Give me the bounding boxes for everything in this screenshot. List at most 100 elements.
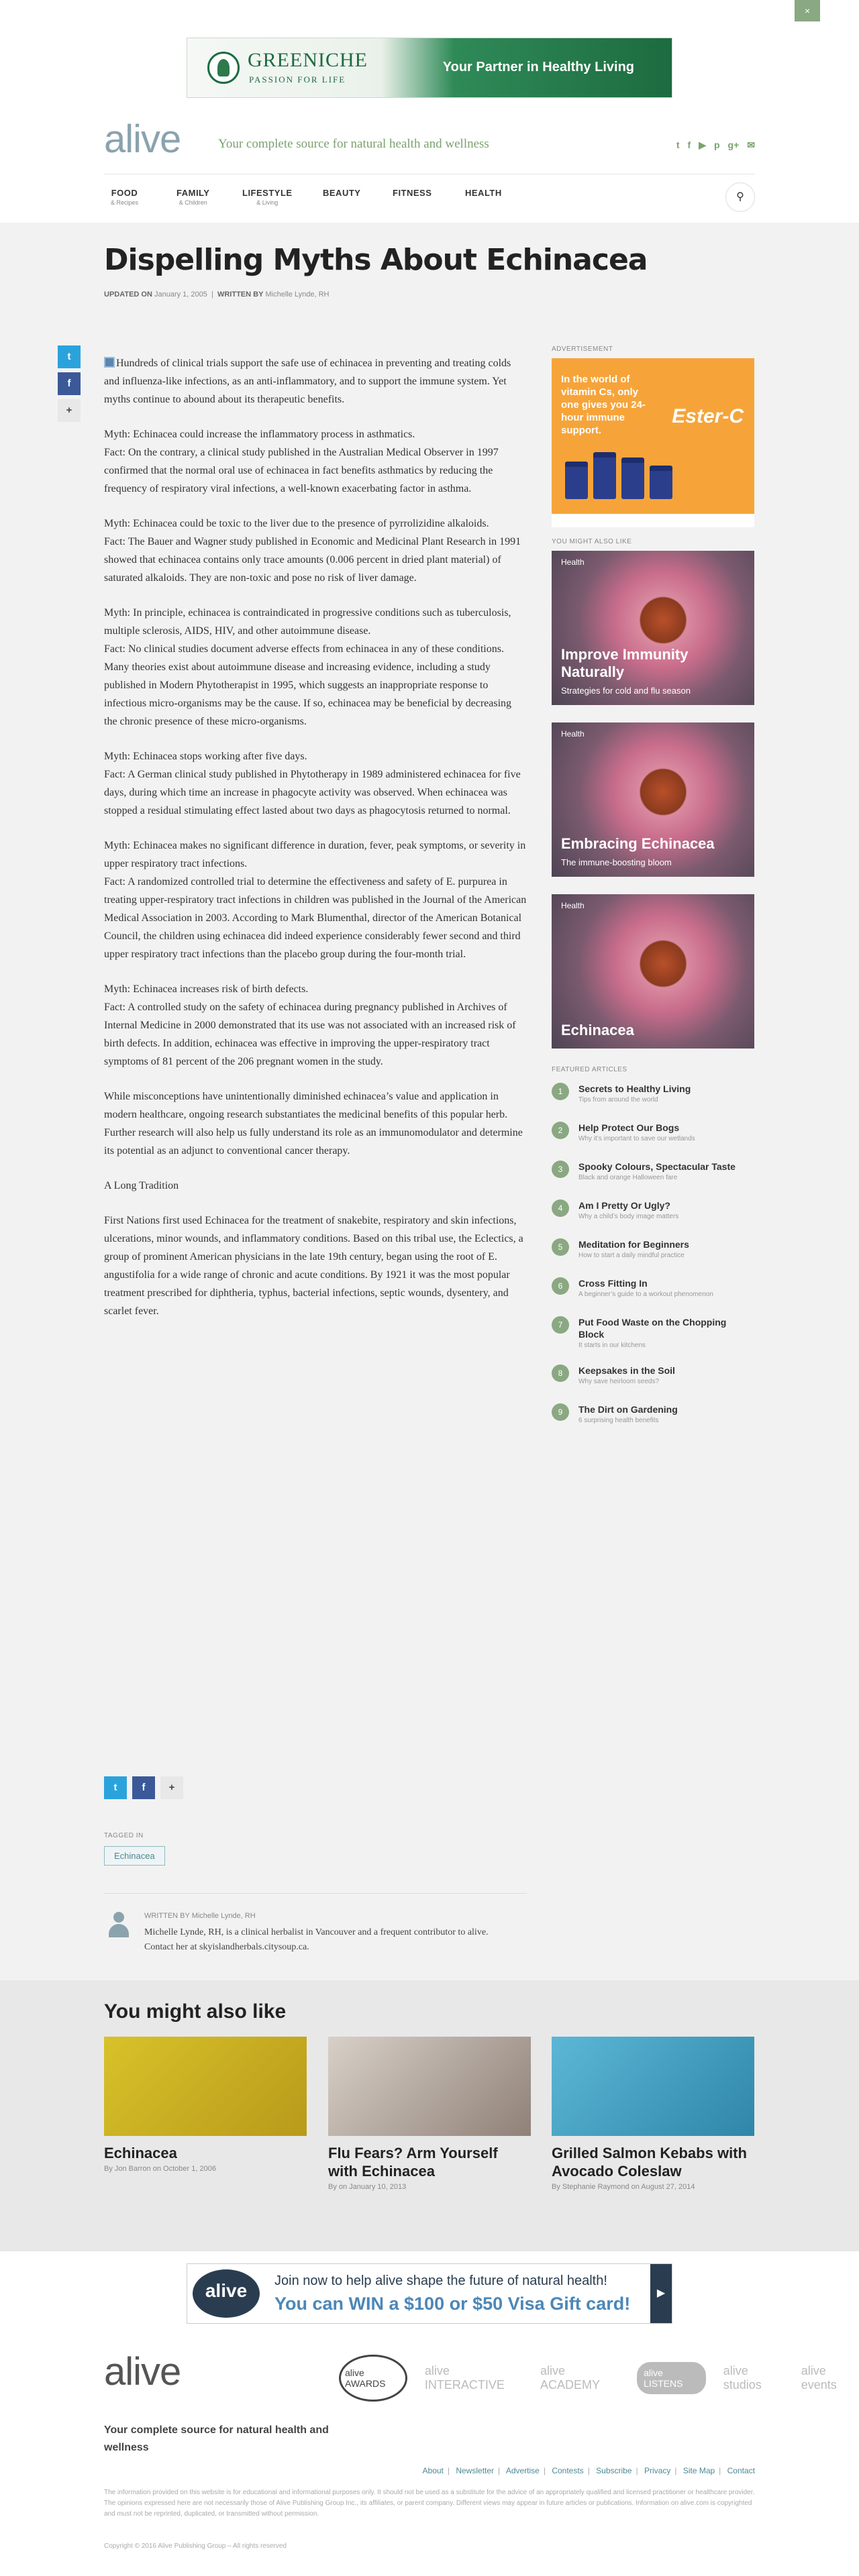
card-image	[552, 2037, 754, 2136]
image-placeholder-icon	[104, 357, 115, 368]
brand-logo[interactable]: alive ACADEMY	[540, 2364, 619, 2392]
footer-brands: alive AWARDS alive INTERACTIVE alive ACA…	[339, 2355, 859, 2402]
footer-link[interactable]: Privacy	[644, 2466, 670, 2475]
site-logo[interactable]: alive	[104, 117, 181, 162]
featured-item[interactable]: 6 Cross Fitting In A beginner’s guide to a…	[552, 1277, 754, 1316]
article-paragraph: Myth: Echinacea could be toxic to the li…	[104, 518, 521, 584]
divider	[104, 1893, 527, 1894]
featured-item[interactable]: 5 Meditation for Beginners How to start a …	[552, 1238, 754, 1277]
brand-logo[interactable]: alive LISTENS	[637, 2362, 706, 2394]
also-like-card[interactable]: Flu Fears? Arm Yourself with Echinacea B…	[328, 2037, 531, 2191]
product-bottles	[565, 452, 672, 499]
close-ad-button[interactable]: ×	[795, 0, 820, 21]
sidebar: ADVERTISEMENT In the world of vitamin Cs…	[552, 345, 754, 1442]
also-like-heading: You might also like	[104, 2000, 287, 2023]
pinterest-icon[interactable]: p	[714, 140, 720, 151]
author-bio: Michelle Lynde, RH, is a clinical herbal…	[144, 1927, 489, 1952]
article-subheading: A Long Tradition	[104, 1180, 179, 1191]
featured-item[interactable]: 3 Spooky Colours, Spectacular Taste Black …	[552, 1161, 754, 1199]
author-link[interactable]: Michelle Lynde, RH	[265, 290, 329, 299]
top-bar: ×	[0, 0, 859, 28]
banner-tagline: PASSION FOR LIFE	[249, 74, 346, 85]
tagged-label: TAGGED IN	[104, 1832, 144, 1839]
avatar	[107, 1912, 130, 1937]
social-links: t f ▶ p g+ ✉	[676, 140, 755, 151]
related-card[interactable]: Health Echinacea	[552, 894, 754, 1049]
twitter-share-button[interactable]: t	[104, 1776, 127, 1799]
youtube-icon[interactable]: ▶	[699, 140, 706, 151]
author-heading: WRITTEN BY Michelle Lynde, RH	[144, 1912, 256, 1920]
bottom-ad-banner[interactable]: alive Join now to help alive shape the f…	[187, 2263, 672, 2324]
site-header: alive Your complete source for natural h…	[104, 114, 755, 174]
nav-item-health[interactable]: HEALTH	[465, 188, 502, 198]
nav-item-fitness[interactable]: FITNESS	[393, 188, 432, 198]
article-meta: UPDATED ON January 1, 2005 | WRITTEN BY …	[104, 290, 330, 299]
article-paragraph: Myth: Echinacea could increase the infla…	[104, 429, 499, 494]
article-paragraph: While misconceptions have unintentionall…	[104, 1091, 523, 1157]
sidebar-ad[interactable]: In the world of vitamin Cs, only one giv…	[552, 358, 754, 527]
page-title: Dispelling Myths About Echinacea	[104, 243, 648, 277]
featured-item[interactable]: 1 Secrets to Healthy Living Tips from arou…	[552, 1083, 754, 1122]
also-like-card[interactable]: Grilled Salmon Kebabs with Avocado Coles…	[552, 2037, 754, 2191]
footer-link[interactable]: Contact	[727, 2466, 755, 2475]
site-tagline: Your complete source for natural health …	[218, 137, 489, 151]
article-paragraph: Myth: Echinacea increases risk of birth …	[104, 983, 516, 1067]
footer-link[interactable]: Subscribe	[596, 2466, 631, 2475]
brand-logo[interactable]: alive events	[801, 2364, 859, 2392]
share-sidebar: t f +	[58, 345, 81, 426]
featured-item[interactable]: 4 Am I Pretty Or Ugly? Why a child’s body …	[552, 1199, 754, 1238]
footer-link[interactable]: Advertise	[506, 2466, 540, 2475]
share-row: t f +	[104, 1776, 183, 1803]
more-share-button[interactable]: +	[160, 1776, 183, 1799]
footer-copyright: Copyright © 2016 Alive Publishing Group …	[104, 2542, 287, 2550]
card-image	[328, 2037, 531, 2136]
leaf-icon	[207, 52, 240, 84]
banner-brand: GREENICHE	[248, 49, 368, 71]
article-paragraph: Myth: Echinacea makes no significant dif…	[104, 840, 527, 960]
ad-label: ADVERTISEMENT	[552, 345, 613, 353]
facebook-share-button[interactable]: f	[132, 1776, 155, 1799]
search-icon[interactable]: ⚲	[725, 182, 755, 212]
nav-item-food[interactable]: FOOD & Recipes	[111, 188, 138, 206]
twitter-icon[interactable]: t	[676, 140, 680, 151]
article-paragraph: First Nations first used Echinacea for t…	[104, 1215, 523, 1317]
main-nav: FOOD & Recipes FAMILY & Children LIFESTYLE…	[104, 176, 755, 221]
nav-item-beauty[interactable]: BEAUTY	[323, 188, 360, 198]
google-plus-icon[interactable]: g+	[728, 140, 740, 151]
more-share-button[interactable]: +	[58, 399, 81, 422]
article-paragraph: Myth: Echinacea stops working after five…	[104, 751, 521, 816]
featured-item[interactable]: 2 Help Protect Our Bogs Why it’s important…	[552, 1122, 754, 1161]
footer-links: About | Newsletter | Advertise | Contests | …	[422, 2466, 755, 2475]
article-body: Hundreds of clinical trials support the …	[104, 354, 527, 1337]
facebook-share-button[interactable]: f	[58, 372, 81, 395]
might-like-label: YOU MIGHT ALSO LIKE	[552, 538, 632, 545]
brand-logo[interactable]: alive INTERACTIVE	[425, 2364, 523, 2392]
nav-item-family[interactable]: FAMILY & Children	[176, 188, 209, 206]
brand-logo[interactable]: alive AWARDS	[339, 2355, 407, 2402]
footer-link[interactable]: Contests	[552, 2466, 583, 2475]
article-paragraph: Myth: In principle, echinacea is contrai…	[104, 607, 512, 727]
footer-tagline: Your complete source for natural health …	[104, 2424, 329, 2453]
twitter-share-button[interactable]: t	[58, 345, 81, 368]
related-card[interactable]: Health Improve Immunity Naturally Strate…	[552, 551, 754, 705]
footer-logo[interactable]: alive	[104, 2349, 181, 2394]
top-ad-banner[interactable]: GREENICHE PASSION FOR LIFE Your Partner …	[187, 38, 672, 98]
footer-link[interactable]: About	[423, 2466, 444, 2475]
footer-link[interactable]: Site Map	[683, 2466, 715, 2475]
footer-disclaimer: The information provided on this website…	[104, 2489, 755, 2518]
related-card[interactable]: Health Embracing Echinacea The immune-bo…	[552, 722, 754, 877]
also-like-card[interactable]: Echinacea By Jon Barron on October 1, 20…	[104, 2037, 307, 2173]
email-icon[interactable]: ✉	[747, 140, 755, 151]
tag-echinacea[interactable]: Echinacea	[104, 1846, 165, 1866]
featured-item[interactable]: 9 The Dirt on Gardening 6 surprising healt…	[552, 1403, 754, 1442]
facebook-icon[interactable]: f	[688, 140, 691, 151]
featured-label: FEATURED ARTICLES	[552, 1066, 627, 1073]
brand-logo[interactable]: alive studios	[723, 2364, 784, 2392]
banner-slogan: Your Partner in Healthy Living	[442, 60, 634, 74]
alive-listens-logo: alive	[193, 2269, 260, 2318]
featured-item[interactable]: 8 Keepsakes in the Soil Why save heirloom …	[552, 1364, 754, 1403]
featured-item[interactable]: 7 Put Food Waste on the Chopping Block It …	[552, 1316, 754, 1364]
footer-link[interactable]: Newsletter	[456, 2466, 494, 2475]
arrow-right-icon: ▶	[650, 2264, 672, 2323]
nav-item-lifestyle[interactable]: LIFESTYLE & Living	[242, 188, 293, 206]
